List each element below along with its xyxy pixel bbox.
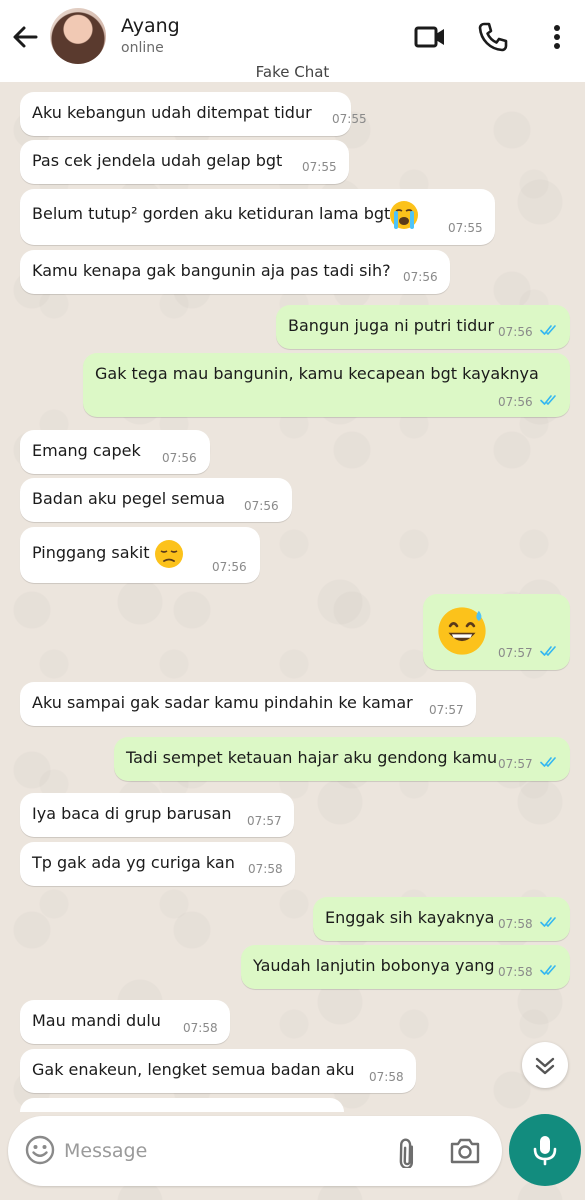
message-input[interactable] [64,1134,364,1168]
emoji-icon [25,1135,55,1165]
message-time: 07:56 [403,270,438,284]
message-time: 07:57 [247,814,282,828]
pensive-face-icon [155,540,183,568]
double-check-icon [540,965,556,975]
chevron-double-down-icon [535,1057,555,1075]
message-time: 07:57 [498,757,533,771]
message-bubble-outgoing[interactable]: Bangun juga ni putri tidur 07:56 [276,305,570,349]
double-check-icon [540,395,556,405]
message-bubble-outgoing[interactable]: Yaudah lanjutin bobonya yang 07:58 [241,945,570,989]
back-arrow-icon [13,26,38,48]
message-time: 07:56 [498,395,533,409]
message-time: 07:58 [183,1021,218,1035]
video-call-icon [414,26,444,48]
voice-record-button[interactable] [509,1114,581,1186]
message-time: 07:55 [332,112,367,126]
message-bubble-incoming[interactable]: Mau mandi dulu 07:58 [20,1000,230,1044]
camera-icon [450,1138,480,1164]
message-bubble-incoming[interactable]: Emang capek 07:56 [20,430,210,474]
message-text: Tp gak ada yg curiga kan [32,853,235,872]
message-bubble-incoming[interactable]: Gak enakeun, lengket semua badan aku 07:… [20,1049,416,1093]
message-time: 07:58 [369,1070,404,1084]
message-text: Badan aku pegel semua [32,489,226,508]
back-button[interactable] [8,20,42,54]
attach-button[interactable] [392,1134,426,1170]
voice-call-button[interactable] [476,20,510,54]
emoji-button[interactable] [24,1134,56,1166]
message-text: Yaudah lanjutin bobonya yang [253,956,495,975]
fake-chat-label: Fake Chat [255,63,330,81]
message-text: Enggak sih kayaknya [325,908,495,927]
message-text: Pinggang sakit [32,543,150,562]
more-options-icon [554,25,560,49]
crying-face-icon [390,201,418,229]
message-bubble-incoming[interactable]: Tp gak ada yg curiga kan 07:58 [20,842,295,886]
message-text: Gak enakeun, lengket semua badan aku [32,1060,355,1079]
message-bubble-incoming[interactable]: Aku sampai gak sadar kamu pindahin ke ka… [20,682,476,726]
phone-call-icon [478,22,508,52]
message-text: Belum tutup² gorden aku ketiduran lama b… [32,204,391,223]
contact-status: online [121,40,164,56]
message-text: Emang capek [32,441,141,460]
message-text: Tadi sempet ketauan hajar aku gendong ka… [126,748,498,767]
double-check-icon [540,646,556,656]
message-bubble-incoming[interactable]: Pas cek jendela udah gelap bgt 07:55 [20,140,349,184]
message-time: 07:56 [244,499,279,513]
message-bubble-incoming[interactable]: Iya baca di grup barusan 07:57 [20,793,294,837]
message-time: 07:56 [212,560,247,574]
message-bubble-outgoing[interactable]: Tadi sempet ketauan hajar aku gendong ka… [114,737,570,781]
message-text: Iya baca di grup barusan [32,804,232,823]
double-check-icon [540,325,556,335]
message-bubble-partial [20,1098,344,1112]
message-text: Bangun juga ni putri tidur [288,316,495,335]
message-text: Kamu kenapa gak bangunin aja pas tadi si… [32,261,391,280]
message-bubble-incoming[interactable]: Pinggang sakit 07:56 [20,527,260,583]
message-bubble-outgoing[interactable]: Gak tega mau bangunin, kamu kecapean bgt… [83,353,570,417]
contact-name[interactable]: Ayang [121,15,180,37]
message-time: 07:56 [498,325,533,339]
message-text: Pas cek jendela udah gelap bgt [32,151,283,170]
message-time: 07:58 [498,965,533,979]
message-bubble-incoming[interactable]: Belum tutup² gorden aku ketiduran lama b… [20,189,495,245]
double-check-icon [540,917,556,927]
avatar[interactable] [50,8,106,64]
scroll-to-bottom-button[interactable] [522,1042,568,1088]
message-time: 07:58 [248,862,283,876]
message-bubble-incoming[interactable]: Aku kebangun udah ditempat tidur 07:55 [20,92,367,136]
mic-icon [533,1136,557,1166]
message-time: 07:57 [498,646,533,660]
camera-button[interactable] [448,1134,482,1168]
more-options-button[interactable] [540,20,574,54]
message-text: Gak tega mau bangunin, kamu kecapean bgt… [95,364,539,383]
message-time: 07:55 [448,221,483,235]
video-call-button[interactable] [413,20,447,54]
message-composer [8,1116,502,1186]
message-text: Mau mandi dulu [32,1011,161,1030]
message-bubble-outgoing[interactable]: Enggak sih kayaknya 07:58 [313,897,570,941]
attach-icon [399,1138,414,1170]
message-time: 07:55 [302,160,337,174]
message-time: 07:56 [162,451,197,465]
double-check-icon [540,757,556,767]
grinning-sweat-face-icon [438,607,486,655]
message-text: Aku sampai gak sadar kamu pindahin ke ka… [32,693,413,712]
message-bubble-incoming[interactable]: Badan aku pegel semua 07:56 [20,478,292,522]
message-bubble-outgoing[interactable]: 07:57 [423,594,570,670]
message-bubble-incoming[interactable]: Kamu kenapa gak bangunin aja pas tadi si… [20,250,450,294]
message-time: 07:57 [429,703,464,717]
message-time: 07:58 [498,917,533,931]
message-text: Aku kebangun udah ditempat tidur [32,103,312,122]
